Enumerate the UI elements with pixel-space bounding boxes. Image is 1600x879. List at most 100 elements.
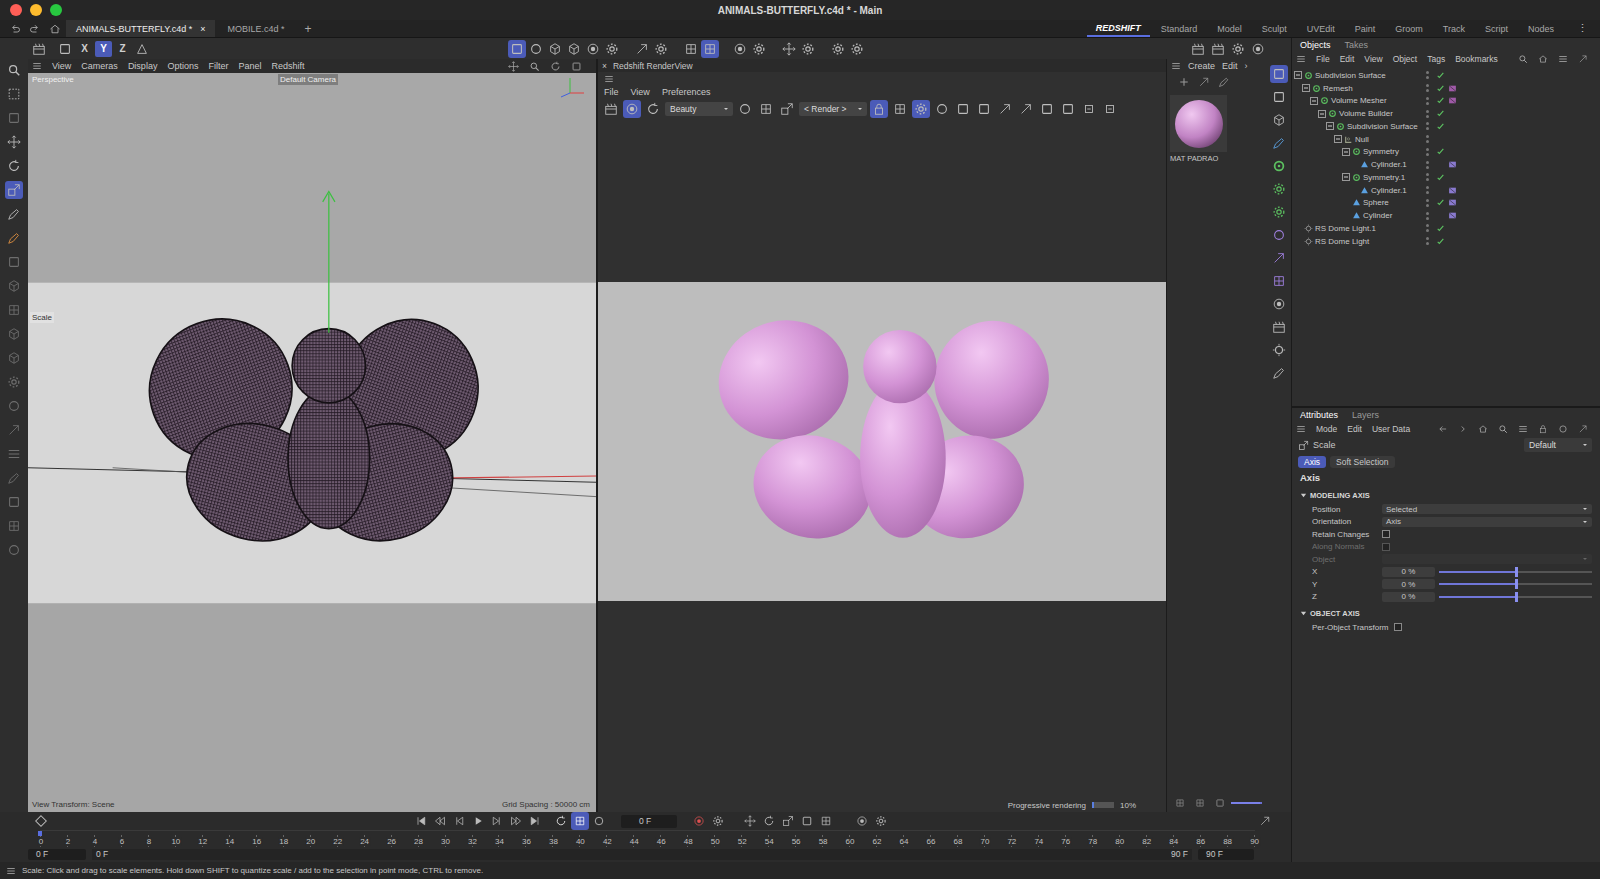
render-visibility-dot[interactable] bbox=[1426, 140, 1429, 143]
object-name[interactable]: Symmetry.1 bbox=[1363, 173, 1405, 182]
view-mode-button[interactable] bbox=[1211, 794, 1229, 812]
object-menu-item[interactable]: Edit bbox=[1340, 54, 1355, 64]
layout-tab[interactable]: Model bbox=[1208, 22, 1251, 36]
expand-toggle-icon[interactable] bbox=[1294, 71, 1302, 79]
object-tool-button[interactable] bbox=[1270, 88, 1288, 106]
toolbar-tool-button[interactable] bbox=[527, 40, 545, 58]
object-panel-tool-icon[interactable] bbox=[1518, 54, 1528, 64]
tree-name[interactable]: RS Dome Light.1 bbox=[1292, 224, 1418, 233]
render-visibility-dot[interactable] bbox=[1426, 229, 1429, 232]
toolbar-tool-button[interactable] bbox=[633, 40, 651, 58]
render-tool-button[interactable] bbox=[1101, 100, 1119, 118]
object-panel-tool-icon[interactable] bbox=[1578, 54, 1588, 64]
render-visibility-dot[interactable] bbox=[1426, 76, 1429, 79]
attribute-subtab[interactable]: Axis bbox=[1298, 456, 1326, 468]
render-tool-button[interactable] bbox=[602, 100, 620, 118]
slider-value[interactable]: 0 % bbox=[1402, 580, 1416, 589]
render-visibility-dot[interactable] bbox=[1426, 115, 1429, 118]
object-name[interactable]: Sphere bbox=[1363, 198, 1389, 207]
enabled-toggle[interactable] bbox=[1436, 147, 1448, 156]
tool-button[interactable] bbox=[5, 349, 23, 367]
render-tool-button[interactable] bbox=[933, 100, 951, 118]
toolbar-tool-button[interactable] bbox=[848, 40, 866, 58]
attribute-subtab[interactable]: Soft Selection bbox=[1330, 456, 1394, 468]
loop-range-button[interactable] bbox=[571, 812, 589, 830]
enabled-toggle[interactable] bbox=[1436, 237, 1448, 246]
object-tool-button[interactable] bbox=[1270, 249, 1288, 267]
toolbar-tool-button[interactable] bbox=[701, 40, 719, 58]
material-tool-button[interactable] bbox=[1175, 73, 1193, 91]
editor-visibility-dot[interactable] bbox=[1426, 186, 1429, 189]
visibility-dots[interactable] bbox=[1418, 84, 1436, 92]
layout-tab[interactable]: UVEdit bbox=[1298, 22, 1344, 36]
dropdown-value[interactable]: < Render > bbox=[804, 104, 847, 114]
transport-button[interactable] bbox=[450, 812, 468, 830]
tool-button[interactable] bbox=[5, 517, 23, 535]
layout-tab[interactable]: Groom bbox=[1386, 22, 1432, 36]
motion-button[interactable] bbox=[853, 812, 871, 830]
object-tool-button[interactable] bbox=[1270, 226, 1288, 244]
expand-toggle-icon[interactable] bbox=[1334, 135, 1342, 143]
tag-icon[interactable] bbox=[1448, 186, 1457, 195]
object-menu-item[interactable]: Bookmarks bbox=[1455, 54, 1498, 64]
attribute-nav-icon[interactable] bbox=[1518, 424, 1528, 434]
tool-button[interactable] bbox=[5, 445, 23, 463]
undo-button[interactable] bbox=[6, 20, 24, 38]
tree-row[interactable]: Symmetry bbox=[1292, 146, 1600, 159]
layouts-more-button[interactable]: ⋮ bbox=[1565, 22, 1600, 35]
slider-knob[interactable] bbox=[1515, 592, 1518, 602]
render-visibility-dot[interactable] bbox=[1426, 102, 1429, 105]
object-tool-button[interactable] bbox=[1270, 180, 1288, 198]
tree-row[interactable]: Symmetry.1 bbox=[1292, 171, 1600, 184]
object-tool-button[interactable] bbox=[1270, 111, 1288, 129]
render-visibility-dot[interactable] bbox=[1426, 166, 1429, 169]
layout-tab[interactable]: Sculpt bbox=[1253, 22, 1296, 36]
editor-visibility-dot[interactable] bbox=[1426, 110, 1429, 113]
checkbox-field[interactable]: Per-Object Transform bbox=[1292, 621, 1600, 634]
close-button[interactable] bbox=[10, 4, 22, 16]
axis-lock-button[interactable]: Z bbox=[114, 41, 131, 57]
expand-toggle-icon[interactable] bbox=[1302, 84, 1310, 92]
enabled-toggle[interactable] bbox=[1436, 198, 1448, 207]
scene-wireframe[interactable] bbox=[28, 73, 596, 812]
tag-icon[interactable] bbox=[1448, 211, 1457, 220]
render-tool-button[interactable] bbox=[870, 100, 888, 118]
attribute-nav-icon[interactable] bbox=[1478, 424, 1488, 434]
tree-row[interactable]: Cylinder bbox=[1292, 209, 1600, 222]
render-tool-button[interactable] bbox=[1080, 100, 1098, 118]
editor-visibility-dot[interactable] bbox=[1426, 173, 1429, 176]
toolbar-tool-button[interactable] bbox=[799, 40, 817, 58]
layout-tab[interactable]: Nodes bbox=[1519, 22, 1563, 36]
editor-visibility-dot[interactable] bbox=[1426, 97, 1429, 100]
slider-field[interactable]: Z0 % bbox=[1292, 591, 1600, 604]
record-button[interactable] bbox=[690, 812, 708, 830]
close-panel-button[interactable]: × bbox=[602, 61, 607, 71]
tree-row[interactable]: Sphere bbox=[1292, 197, 1600, 210]
object-name[interactable]: Subdivision Surface bbox=[1347, 122, 1418, 131]
panel-tab[interactable]: Objects bbox=[1300, 40, 1331, 50]
tool-button[interactable] bbox=[5, 229, 23, 247]
material-tool-button[interactable] bbox=[1195, 73, 1213, 91]
expand-toggle-icon[interactable] bbox=[1294, 224, 1302, 232]
visibility-dots[interactable] bbox=[1418, 97, 1436, 105]
object-name[interactable]: Remesh bbox=[1323, 84, 1353, 93]
view-navigation-icon[interactable] bbox=[529, 61, 540, 72]
tree-row[interactable]: RS Dome Light.1 bbox=[1292, 222, 1600, 235]
slider-track[interactable] bbox=[1439, 571, 1592, 573]
viewport-menu-item[interactable]: Filter bbox=[208, 61, 228, 71]
object-name[interactable]: Cylinder bbox=[1363, 211, 1392, 220]
tool-button[interactable] bbox=[5, 469, 23, 487]
material-menu-item[interactable]: Create bbox=[1188, 61, 1215, 71]
object-tool-button[interactable] bbox=[1270, 272, 1288, 290]
tree-name[interactable]: Null bbox=[1292, 135, 1418, 144]
menu-icon[interactable] bbox=[1171, 61, 1181, 71]
layout-tab[interactable]: Track bbox=[1434, 22, 1474, 36]
expand-toggle-icon[interactable] bbox=[1342, 212, 1350, 220]
section-header[interactable]: MODELING AXIS bbox=[1292, 485, 1600, 503]
preset-dropdown[interactable]: Default bbox=[1524, 438, 1592, 452]
tool-button[interactable] bbox=[5, 397, 23, 415]
tree-row[interactable]: Subdivision Surface bbox=[1292, 120, 1600, 133]
viewport-menu-item[interactable]: Options bbox=[167, 61, 198, 71]
frame-field[interactable]: 0 F bbox=[621, 815, 677, 828]
transport-button[interactable] bbox=[431, 812, 449, 830]
